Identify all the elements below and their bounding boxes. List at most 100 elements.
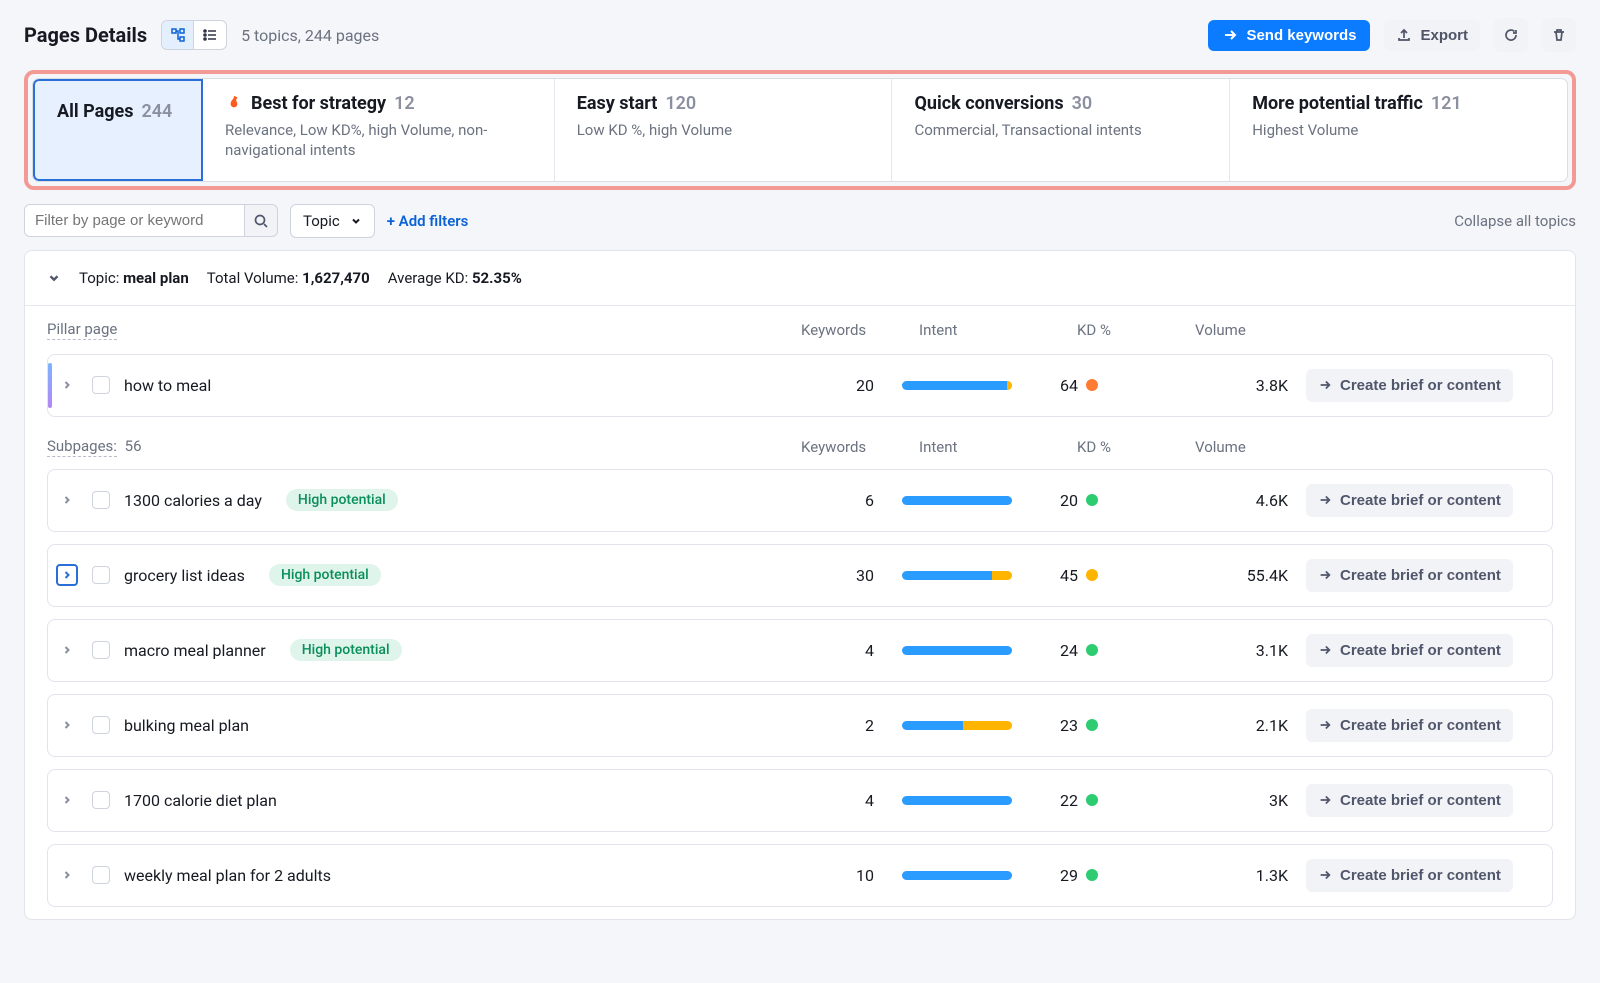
delete-button[interactable]: [1542, 18, 1576, 52]
intent-bar: [902, 871, 1012, 880]
col-subpages: Subpages:: [47, 437, 117, 457]
tab-more-count: 121: [1431, 93, 1462, 114]
create-brief-button[interactable]: Create brief or content: [1306, 634, 1513, 667]
add-filters-link[interactable]: + Add filters: [387, 212, 469, 230]
list-icon: [202, 27, 218, 43]
tab-easy-title: Easy start: [577, 93, 658, 114]
send-icon: [1222, 27, 1238, 43]
tab-quick-count: 30: [1072, 93, 1093, 114]
tab-quick-title: Quick conversions: [914, 93, 1063, 114]
page-name[interactable]: grocery list ideas: [124, 566, 245, 585]
keywords-count: 30: [784, 566, 894, 585]
refresh-button[interactable]: [1494, 18, 1528, 52]
tab-easy-start[interactable]: Easy start 120 Low KD %, high Volume: [555, 79, 893, 181]
chevron-right-icon: [61, 869, 73, 881]
kd-value: 20: [1060, 491, 1078, 510]
tab-best-count: 12: [394, 93, 415, 114]
export-button[interactable]: Export: [1384, 20, 1480, 51]
create-brief-button[interactable]: Create brief or content: [1306, 559, 1513, 592]
chevron-down-icon: [350, 215, 362, 227]
tab-quick-desc: Commercial, Transactional intents: [914, 120, 1207, 140]
tab-best-strategy[interactable]: Best for strategy 12 Relevance, Low KD%,…: [203, 79, 555, 181]
kd-cell: 64: [1060, 376, 1170, 395]
create-brief-button[interactable]: Create brief or content: [1306, 859, 1513, 892]
volume-cell: 3.1K: [1178, 641, 1298, 660]
create-brief-button[interactable]: Create brief or content: [1306, 709, 1513, 742]
table-row: bulking meal plan 2 23 2.1K Create brief…: [47, 694, 1553, 757]
page-title: Pages Details: [24, 23, 147, 47]
kd-cell: 23: [1060, 716, 1170, 735]
send-keywords-button[interactable]: Send keywords: [1208, 20, 1370, 51]
send-keywords-label: Send keywords: [1246, 27, 1356, 44]
page-name[interactable]: bulking meal plan: [124, 716, 249, 735]
row-checkbox[interactable]: [92, 491, 110, 509]
expand-toggle[interactable]: [56, 789, 78, 811]
create-brief-button[interactable]: Create brief or content: [1306, 369, 1513, 402]
kd-dot: [1086, 379, 1098, 391]
expand-toggle[interactable]: [56, 564, 78, 586]
search-button[interactable]: [244, 204, 278, 237]
create-brief-button[interactable]: Create brief or content: [1306, 784, 1513, 817]
topic-volume-label: Total Volume:: [207, 269, 302, 287]
create-brief-label: Create brief or content: [1340, 567, 1501, 584]
kd-cell: 24: [1060, 641, 1170, 660]
volume-cell: 4.6K: [1178, 491, 1298, 510]
keywords-count: 2: [784, 716, 894, 735]
col-pillar: Pillar page: [47, 320, 117, 340]
page-name[interactable]: 1700 calorie diet plan: [124, 791, 277, 810]
create-brief-label: Create brief or content: [1340, 377, 1501, 394]
keywords-count: 20: [784, 376, 894, 395]
page-name[interactable]: weekly meal plan for 2 adults: [124, 866, 331, 885]
export-icon: [1396, 27, 1412, 43]
row-checkbox[interactable]: [92, 866, 110, 884]
kd-cell: 20: [1060, 491, 1170, 510]
col-kd-2: KD %: [1077, 438, 1111, 456]
intent-bar: [902, 796, 1012, 805]
arrow-icon: [1318, 868, 1332, 882]
page-name[interactable]: 1300 calories a day: [124, 491, 262, 510]
page-name[interactable]: how to meal: [124, 376, 211, 395]
subpages-count: 56: [125, 437, 142, 455]
chevron-right-icon: [61, 569, 73, 581]
row-checkbox[interactable]: [92, 566, 110, 584]
kd-value: 29: [1060, 866, 1078, 885]
topic-select[interactable]: Topic: [290, 204, 375, 238]
create-brief-label: Create brief or content: [1340, 642, 1501, 659]
expand-toggle[interactable]: [56, 639, 78, 661]
search-input[interactable]: [24, 204, 244, 237]
page-name[interactable]: macro meal planner: [124, 641, 266, 660]
expand-toggle[interactable]: [56, 374, 78, 396]
create-brief-button[interactable]: Create brief or content: [1306, 484, 1513, 517]
keywords-count: 10: [784, 866, 894, 885]
tab-all-title: All Pages: [57, 101, 133, 122]
tab-more-traffic[interactable]: More potential traffic 121 Highest Volum…: [1230, 79, 1567, 181]
keywords-count: 4: [784, 791, 894, 810]
tab-best-desc: Relevance, Low KD%, high Volume, non-nav…: [225, 120, 532, 161]
view-list-button[interactable]: [194, 21, 226, 49]
expand-toggle[interactable]: [56, 489, 78, 511]
tab-quick-conversions[interactable]: Quick conversions 30 Commercial, Transac…: [892, 79, 1230, 181]
col-keywords-2: Keywords: [801, 438, 866, 456]
collapse-all-link[interactable]: Collapse all topics: [1454, 212, 1576, 230]
kd-dot: [1086, 794, 1098, 806]
chevron-right-icon: [61, 494, 73, 506]
create-brief-label: Create brief or content: [1340, 717, 1501, 734]
create-brief-label: Create brief or content: [1340, 867, 1501, 884]
tab-all-count: 244: [141, 101, 172, 122]
kd-cell: 22: [1060, 791, 1170, 810]
row-checkbox[interactable]: [92, 641, 110, 659]
tabs-group: All Pages 244 Best for strategy 12 Relev…: [32, 78, 1568, 182]
topic-volume-value: 1,627,470: [302, 269, 370, 287]
expand-toggle[interactable]: [56, 864, 78, 886]
tab-all-pages[interactable]: All Pages 244: [33, 79, 203, 181]
view-tree-button[interactable]: [162, 21, 194, 49]
topic-collapse-caret[interactable]: [47, 271, 61, 285]
kd-value: 23: [1060, 716, 1078, 735]
row-checkbox[interactable]: [92, 716, 110, 734]
table-row: grocery list ideas High potential 30 45 …: [47, 544, 1553, 607]
row-checkbox[interactable]: [92, 376, 110, 394]
view-toggle: [161, 20, 227, 50]
tabs-highlight-border: All Pages 244 Best for strategy 12 Relev…: [24, 70, 1576, 190]
row-checkbox[interactable]: [92, 791, 110, 809]
expand-toggle[interactable]: [56, 714, 78, 736]
